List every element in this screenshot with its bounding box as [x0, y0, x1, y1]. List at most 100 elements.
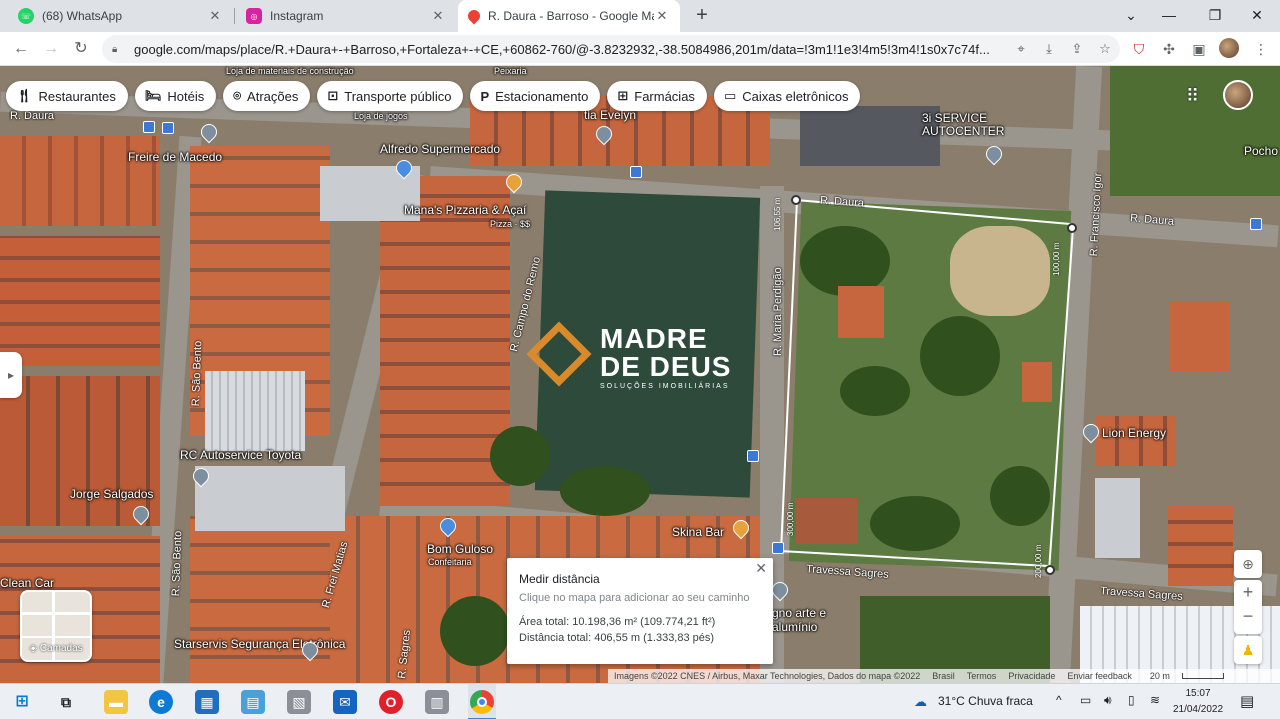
clock[interactable]: 15:07 21/04/2022: [1168, 686, 1228, 718]
profile-avatar[interactable]: [1219, 38, 1239, 58]
forward-arrow-icon[interactable]: →: [38, 36, 64, 62]
bus-stop-icon[interactable]: [143, 121, 155, 133]
measure-point[interactable]: [1067, 223, 1077, 233]
chip-transporte-publico[interactable]: ⊡ Transporte público: [317, 81, 464, 111]
photos-icon[interactable]: ▧: [287, 690, 311, 714]
tab-whatsapp[interactable]: ☏ (68) WhatsApp ✕: [8, 0, 233, 32]
weather-cloud-icon[interactable]: ☁: [914, 694, 927, 710]
place-label[interactable]: Bom Guloso: [427, 542, 493, 556]
tab-title: (68) WhatsApp: [42, 9, 123, 23]
notification-icon[interactable]: ▤: [1240, 692, 1254, 710]
place-label[interactable]: Lion Energy: [1102, 426, 1166, 440]
bookmark-star-icon[interactable]: ☆: [1094, 38, 1116, 60]
app-icon[interactable]: ▥: [425, 690, 449, 714]
place-label[interactable]: Loja de jogos: [354, 111, 408, 121]
reload-icon[interactable]: ↻: [68, 36, 94, 62]
extension-icon[interactable]: ⛉: [1128, 38, 1150, 60]
close-icon[interactable]: ✕: [430, 8, 446, 24]
terms-link[interactable]: Termos: [967, 671, 997, 681]
place-label[interactable]: Alfredo Supermercado: [380, 142, 500, 156]
url-text[interactable]: google.com/maps/place/R.+Daura+-+Barroso…: [134, 42, 1004, 57]
clock-time: 15:07: [1185, 688, 1211, 699]
file-explorer-icon[interactable]: ▬: [104, 690, 128, 714]
network-icon[interactable]: ▭: [1080, 693, 1091, 707]
place-label[interactable]: Pocho: [1244, 144, 1278, 158]
place-label[interactable]: Loja de materiais de construção: [226, 66, 354, 76]
new-tab-button[interactable]: +: [690, 4, 714, 28]
wifi-icon[interactable]: ≋: [1150, 693, 1160, 707]
parking-icon: P: [480, 88, 490, 104]
place-label[interactable]: Peixaria: [494, 66, 527, 76]
place-label[interactable]: Mana's Pizzaria & Açaí: [404, 203, 526, 217]
chip-caixas-eletronicos[interactable]: ▭ Caixas eletrônicos: [713, 81, 861, 111]
task-view-icon[interactable]: ⧉: [54, 690, 78, 714]
store-icon[interactable]: ▦: [195, 690, 219, 714]
mail-icon[interactable]: ✉: [333, 690, 357, 714]
side-panel-icon[interactable]: ▣: [1188, 38, 1210, 60]
scale-bar[interactable]: 20 m: [1144, 671, 1230, 681]
close-icon[interactable]: ✕: [654, 8, 670, 24]
place-label[interactable]: Skina Bar: [672, 525, 724, 539]
bus-stop-icon[interactable]: [630, 166, 642, 178]
my-location-icon[interactable]: ⊕: [1234, 550, 1262, 578]
layers-button[interactable]: ◈ Camadas: [20, 590, 92, 662]
location-pin-icon[interactable]: ⌖: [1010, 38, 1032, 60]
place-label[interactable]: 3i SERVICE AUTOCENTER: [922, 112, 1022, 138]
place-label[interactable]: Starservis Segurança Eletrônica: [174, 637, 345, 651]
chip-restaurantes[interactable]: 🍴︎ Restaurantes: [6, 81, 128, 111]
menu-dots-icon[interactable]: ⋮: [1250, 38, 1272, 60]
country-link[interactable]: Brasil: [932, 671, 955, 681]
bus-stop-icon[interactable]: [1250, 218, 1262, 230]
edge-icon[interactable]: e: [149, 690, 173, 714]
address-bar[interactable]: 🔒︎ google.com/maps/place/R.+Daura+-+Barr…: [102, 35, 1120, 63]
street-view-pegman-icon[interactable]: ♟: [1234, 636, 1262, 664]
account-avatar[interactable]: [1223, 80, 1253, 110]
place-label[interactable]: RC Autoservice Toyota: [180, 448, 301, 462]
bus-stop-icon[interactable]: [772, 542, 784, 554]
tab-google-maps[interactable]: R. Daura - Barroso - Google Map ✕: [458, 0, 680, 32]
back-arrow-icon[interactable]: ←: [8, 36, 34, 62]
zoom-controls: + −: [1234, 580, 1262, 634]
tab-instagram[interactable]: ◎ Instagram ✕: [236, 0, 456, 32]
tree: [560, 466, 650, 516]
measure-point[interactable]: [1045, 565, 1055, 575]
volume-icon[interactable]: 🔊︎: [1104, 693, 1112, 708]
windows-start-icon[interactable]: ⊞: [10, 690, 34, 714]
window-close-icon[interactable]: ✕: [1234, 0, 1280, 32]
chevron-up-icon[interactable]: ^: [1056, 693, 1062, 707]
place-label[interactable]: gno arte e alumínio: [772, 606, 852, 634]
chip-hoteis[interactable]: 🛏︎ Hotéis: [134, 81, 217, 111]
zoom-out-button[interactable]: −: [1234, 604, 1262, 628]
share-icon[interactable]: ⇪: [1066, 38, 1088, 60]
place-label[interactable]: Freire de Macedo: [128, 150, 222, 164]
battery-icon[interactable]: ▯: [1128, 693, 1135, 707]
chrome-icon[interactable]: [470, 690, 494, 714]
chip-farmacias[interactable]: ⊞ Farmácias: [607, 81, 707, 111]
logo-text: MADRE DE DEUS: [600, 323, 732, 382]
chip-estacionamento[interactable]: P Estacionamento: [470, 81, 601, 111]
chip-atracoes[interactable]: ⌾ Atrações: [223, 81, 311, 111]
feedback-link[interactable]: Enviar feedback: [1067, 671, 1132, 681]
restore-icon[interactable]: ❐: [1192, 0, 1238, 32]
lock-icon[interactable]: 🔒︎: [112, 44, 124, 55]
app-icon[interactable]: ▤: [241, 690, 265, 714]
tree: [920, 316, 1000, 396]
privacy-link[interactable]: Privacidade: [1008, 671, 1055, 681]
fork-knife-icon: 🍴︎: [16, 88, 33, 103]
google-apps-icon[interactable]: ⠿: [1186, 87, 1204, 105]
opera-icon[interactable]: O: [379, 690, 403, 714]
place-label[interactable]: Jorge Salgados: [70, 487, 153, 501]
puzzle-extensions-icon[interactable]: ✣: [1158, 38, 1180, 60]
install-icon[interactable]: ⤓: [1038, 38, 1060, 60]
expand-panel-button[interactable]: ▸: [0, 352, 22, 398]
close-icon[interactable]: ✕: [755, 560, 767, 577]
bus-stop-icon[interactable]: [162, 122, 174, 134]
close-icon[interactable]: ✕: [207, 8, 223, 24]
weather-text[interactable]: 31°C Chuva fraca: [938, 694, 1033, 708]
zoom-in-button[interactable]: +: [1234, 580, 1262, 604]
measure-point[interactable]: [791, 195, 801, 205]
bus-stop-icon[interactable]: [747, 450, 759, 462]
tree: [990, 466, 1050, 526]
place-label[interactable]: Clean Car: [0, 576, 54, 590]
minimize-icon[interactable]: —: [1146, 0, 1192, 32]
